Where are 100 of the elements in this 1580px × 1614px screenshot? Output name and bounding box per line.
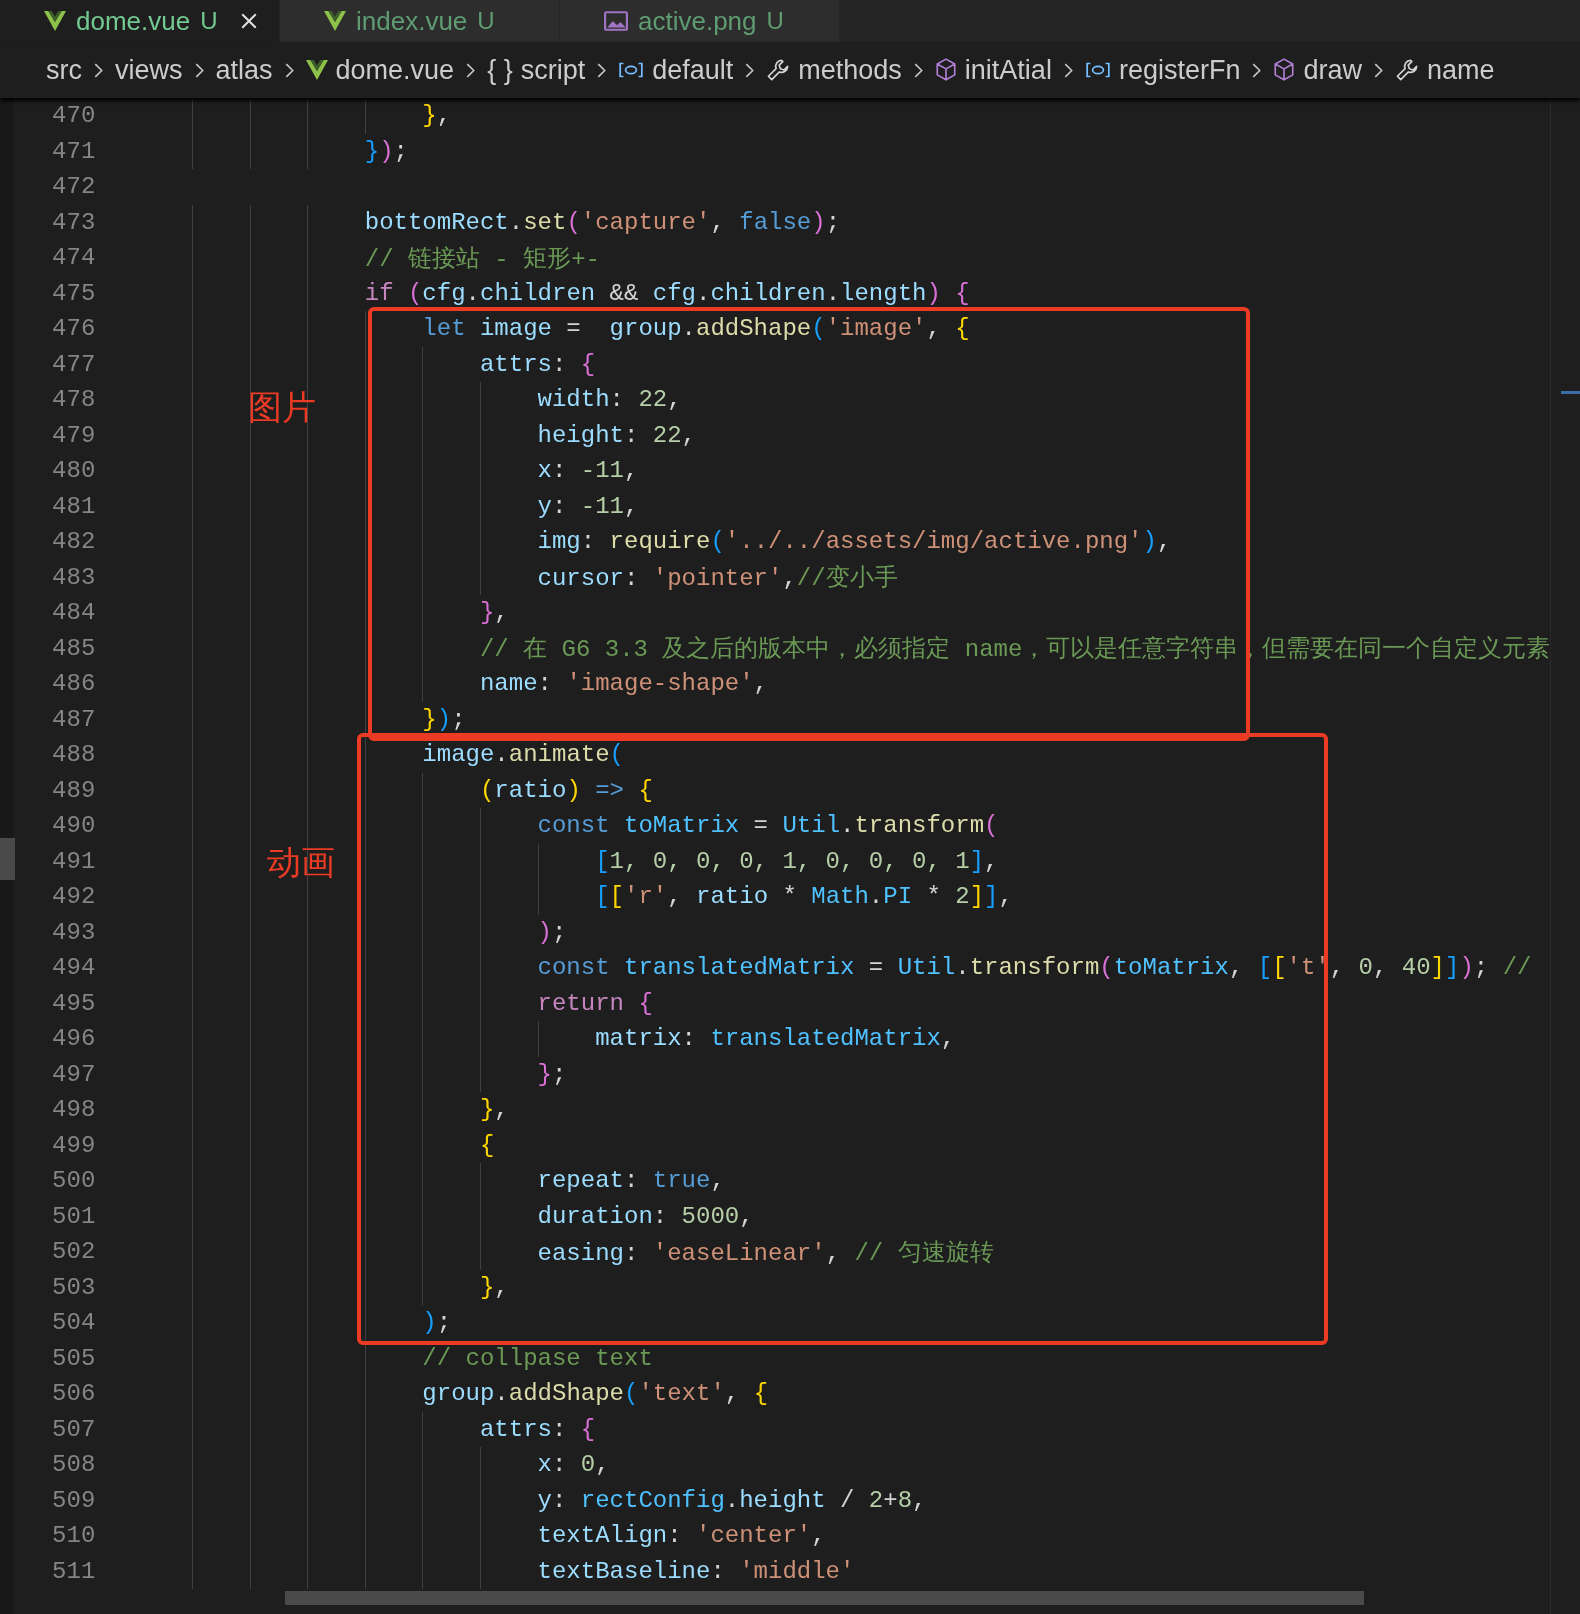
line-number: 499	[51, 1131, 96, 1159]
breadcrumb-item[interactable]: registerFn	[1084, 54, 1241, 86]
chevron-icon	[1252, 62, 1262, 78]
code-line: y: -11,	[537, 492, 639, 520]
annotation-label: 动画	[267, 840, 336, 884]
code-line: const translatedMatrix = Util.transform(toMatrix, [['t', 0, 40]]); //	[537, 954, 1532, 982]
vue-icon	[305, 60, 328, 80]
line-number: 500	[51, 1167, 96, 1195]
breadcrumb-item[interactable]: views	[115, 54, 183, 86]
code-line: image.animate(	[422, 741, 624, 769]
braces-glyph: { }	[487, 54, 513, 86]
code-line: attrs: {	[479, 1415, 596, 1443]
horizontal-scrollbar[interactable]	[285, 1591, 1365, 1605]
code-line: name: 'image-shape',	[479, 670, 768, 698]
code-line: width: 22,	[537, 386, 682, 414]
cube-icon	[1273, 58, 1296, 82]
module-icon	[618, 61, 645, 79]
breadcrumb-item[interactable]: initAtial	[934, 54, 1052, 86]
line-number: 502	[51, 1238, 96, 1266]
code-line: });	[364, 137, 408, 165]
line-number: 493	[51, 918, 96, 946]
line-number: 505	[51, 1344, 96, 1372]
code-line: matrix: translatedMatrix,	[595, 1025, 956, 1053]
code-line: });	[422, 705, 466, 733]
breadcrumb-item[interactable]: name	[1394, 54, 1495, 86]
code-line: },	[479, 599, 509, 627]
gutter-marker	[0, 838, 15, 880]
git-status: U	[766, 7, 784, 35]
breadcrumb-item[interactable]: atlas	[215, 54, 273, 86]
code-line: };	[537, 1060, 567, 1088]
line-number: 481	[51, 492, 96, 520]
code-line: return {	[537, 989, 653, 1017]
line-number: 497	[51, 1060, 96, 1088]
breadcrumb-item[interactable]: dome.vue	[305, 54, 455, 86]
editor-tab[interactable]: index.vue U	[280, 0, 560, 42]
wrench-icon	[766, 58, 791, 82]
breadcrumb-item[interactable]: draw	[1273, 54, 1362, 86]
line-number: 479	[51, 421, 96, 449]
code-line: },	[479, 1273, 509, 1301]
cube-icon	[934, 58, 957, 82]
line-number: 476	[51, 315, 96, 343]
line-number: 474	[51, 244, 96, 272]
line-number: 487	[51, 705, 96, 733]
line-number: 488	[51, 741, 96, 769]
code-line: // 链接站 - 矩形+-	[364, 244, 600, 274]
code-line: attrs: {	[479, 350, 596, 378]
chevron-icon	[466, 62, 476, 78]
code-line: x: 0,	[537, 1451, 610, 1479]
close-icon[interactable]	[239, 12, 258, 30]
code-line: const toMatrix = Util.transform(	[537, 812, 999, 840]
line-number: 471	[51, 137, 96, 165]
code-line: [1, 0, 0, 0, 1, 0, 0, 0, 1],	[595, 847, 999, 875]
image-icon	[604, 11, 628, 31]
chevron-icon	[1373, 62, 1383, 78]
code-line: duration: 5000,	[537, 1202, 754, 1230]
code-line: repeat: true,	[537, 1167, 725, 1195]
breadcrumb-item[interactable]: { } script	[487, 54, 586, 86]
vue-icon	[324, 11, 346, 31]
line-number: 484	[51, 599, 96, 627]
code-line: );	[537, 918, 567, 946]
chevron-icon	[913, 62, 923, 78]
line-number: 508	[51, 1451, 96, 1479]
line-number: 470	[51, 102, 96, 130]
chevron-icon	[284, 62, 294, 78]
chevron-icon	[1063, 62, 1073, 78]
line-number: 472	[51, 173, 96, 201]
line-number: 492	[51, 883, 96, 911]
line-number: 498	[51, 1096, 96, 1124]
line-number: 494	[51, 954, 96, 982]
code-line: if (cfg.children && cfg.children.length) {	[364, 279, 970, 307]
line-number: 495	[51, 989, 96, 1017]
line-number: 483	[51, 563, 96, 591]
editor-tab[interactable]: dome.vue U	[0, 0, 280, 42]
line-number: 509	[51, 1486, 96, 1514]
line-number: 480	[51, 457, 96, 485]
code-line: y: rectConfig.height / 2+8,	[537, 1486, 927, 1514]
code-line: bottomRect.set('capture', false);	[364, 208, 841, 236]
line-number: 501	[51, 1202, 96, 1230]
breadcrumb-item[interactable]: src	[46, 54, 82, 86]
module-icon	[1084, 61, 1111, 79]
line-number: 485	[51, 634, 96, 662]
line-number: 503	[51, 1273, 96, 1301]
code-line: easing: 'easeLinear', // 匀速旋转	[537, 1238, 994, 1268]
line-number: 475	[51, 279, 96, 307]
code-line: (ratio) => {	[479, 776, 653, 804]
chevron-icon	[94, 62, 103, 78]
breadcrumb-item[interactable]: methods	[766, 54, 902, 86]
line-number: 477	[51, 350, 96, 378]
editor-tab[interactable]: active.png U	[560, 0, 840, 42]
code-line: let image = group.addShape('image', {	[422, 315, 970, 343]
code-line: height: 22,	[537, 421, 696, 449]
breadcrumb-item[interactable]: default	[618, 54, 734, 86]
line-number: 491	[51, 847, 96, 875]
tab-label: active.png	[638, 5, 757, 37]
code-line: // collpase text	[422, 1344, 653, 1372]
wrench-icon	[1394, 58, 1419, 82]
tab-label: dome.vue	[76, 5, 191, 37]
code-line: },	[479, 1096, 509, 1124]
code-line: cursor: 'pointer',//变小手	[537, 564, 898, 594]
vue-icon	[44, 11, 66, 31]
